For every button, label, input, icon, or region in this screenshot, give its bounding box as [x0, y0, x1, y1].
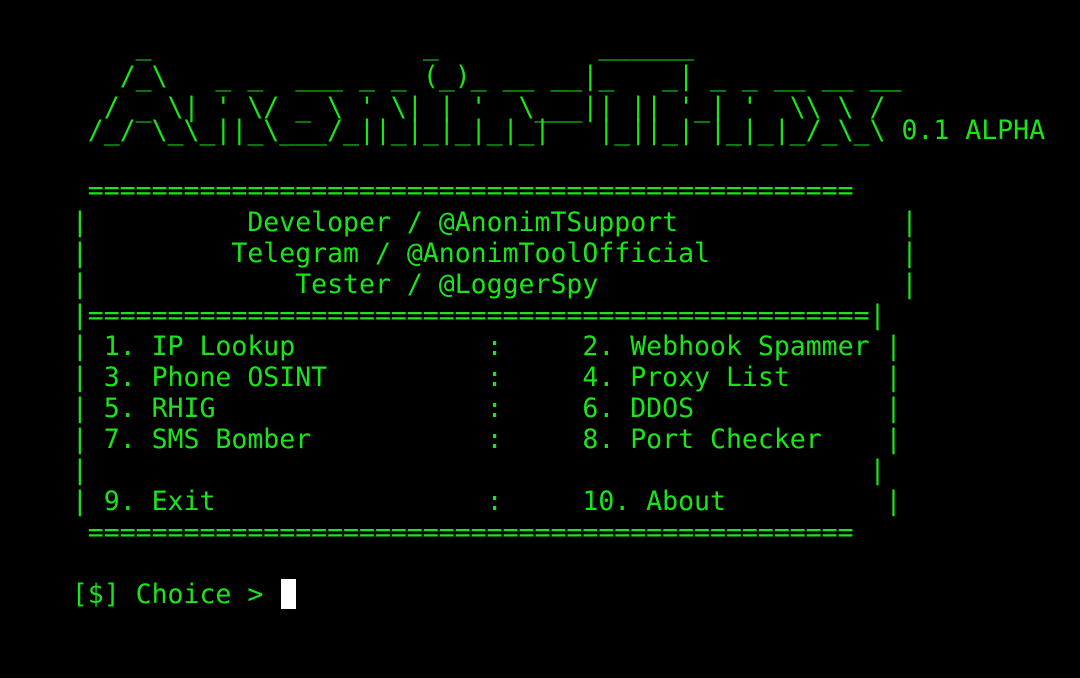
box-top-border: ========================================… — [71, 175, 854, 206]
banner-line-2: /_\ _ _ ___ _ _ (_)_ __ __|_ _| _ _ __ _… — [71, 61, 902, 92]
text-cursor[interactable] — [281, 579, 297, 609]
choice-prompt[interactable]: [$] Choice > — [8, 548, 297, 610]
developer-credit: | Developer / @AnonimTSupport | — [71, 207, 918, 238]
menu-row-3: | 5. RHIG : 6. DDOS | — [71, 393, 902, 424]
menu-row-2: | 3. Phone OSINT : 4. Proxy List | — [71, 362, 902, 393]
menu-row-5: | 9. Exit : 10. About | — [71, 486, 902, 517]
menu-row-1: | 1. IP Lookup : 2. Webhook Spammer | — [71, 331, 902, 362]
prompt-label: [$] Choice > — [71, 579, 280, 610]
tester-credit: | Tester / @LoggerSpy | — [71, 269, 918, 300]
banner-line-4: /_/ \_\_||_\___/_||_|_|_|_|_| |_||_| |_|… — [71, 115, 1046, 146]
telegram-credit: | Telegram / @AnonimToolOfficial | — [71, 238, 918, 269]
banner-line-1: _ _ ______ — [71, 30, 695, 61]
box-bottom-border: ========================================… — [71, 517, 854, 548]
menu-row-4: | 7. SMS Bomber : 8. Port Checker | — [71, 424, 902, 455]
version-label: 0.1 ALPHA — [885, 115, 1046, 146]
terminal-window[interactable]: _ _ ______ /_\ _ _ ___ _ _ (_)_ __ __|_ … — [0, 0, 1080, 678]
box-separator: |=======================================… — [71, 300, 886, 331]
menu-row-blank: | | — [71, 455, 886, 486]
